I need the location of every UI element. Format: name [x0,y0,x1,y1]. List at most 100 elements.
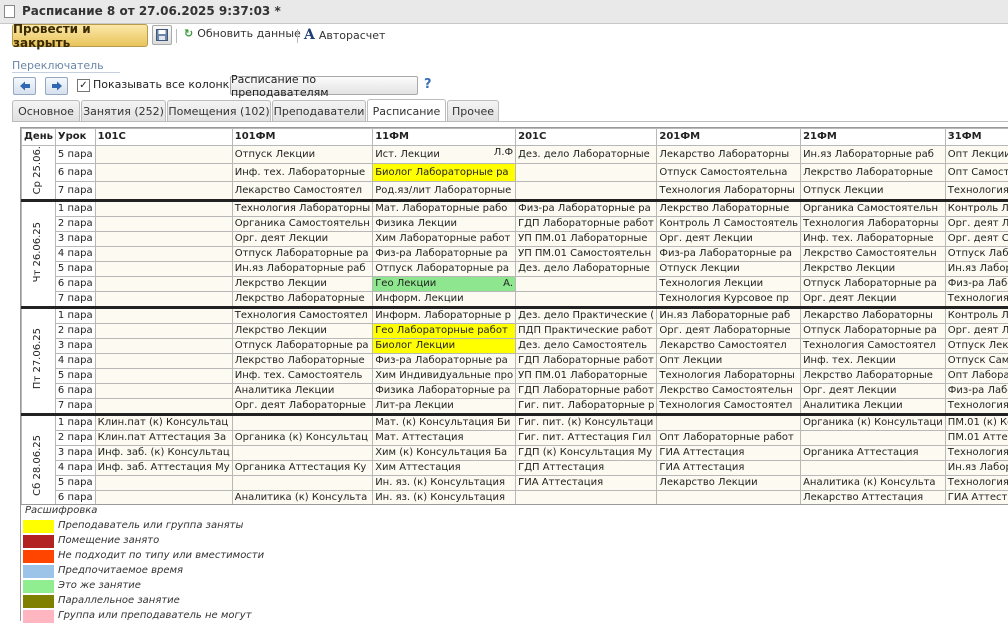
schedule-cell[interactable]: Инф. заб. Аттестация Му [95,461,232,476]
forward-button[interactable] [45,77,68,95]
schedule-cell[interactable]: Отпуск Лабораторные ра [801,324,946,339]
schedule-cell[interactable]: ГИА Аттестация [945,491,1008,505]
schedule-cell[interactable]: Биолог Лекции [373,339,516,354]
schedule-cell[interactable]: Опт Лабораторные работ [945,369,1008,384]
schedule-cell[interactable] [95,292,232,308]
schedule-grid[interactable]: День Урок 101С 101ФМ 11ФМ 201С 201ФМ 21Ф… [20,127,1008,505]
schedule-cell[interactable]: Органика Самостоятельн [232,217,372,232]
column-header[interactable]: 101С [95,129,232,146]
schedule-cell[interactable]: Гиг. пит. (к) Консультаци [516,415,657,431]
schedule-cell[interactable]: Орг. деят Лекции [945,217,1008,232]
schedule-cell[interactable]: ПМ.01 Аттестация [945,431,1008,446]
schedule-cell[interactable] [516,277,657,292]
schedule-cell[interactable]: Дез. дело Самостоятель [516,339,657,354]
schedule-cell[interactable]: Дез. дело Практические ( [516,308,657,324]
schedule-cell[interactable]: Органика (к) Консультаци [801,415,946,431]
schedule-cell[interactable]: УП ПМ.01 Лабораторные [516,232,657,247]
column-header[interactable]: 31ФМ [945,129,1008,146]
schedule-cell[interactable] [95,201,232,217]
schedule-cell[interactable] [232,476,372,491]
schedule-cell[interactable]: Физ-ра Лабораторные ра [516,201,657,217]
schedule-cell[interactable]: Опт ЛекцииА.Х. [945,146,1008,164]
schedule-cell[interactable]: Дез. дело Лабораторные [516,262,657,277]
schedule-cell[interactable] [516,164,657,182]
schedule-cell[interactable] [801,431,946,446]
schedule-cell[interactable]: Ист. ЛекцииЛ.Ф [373,146,516,164]
schedule-cell[interactable]: Технология Самостоятел [232,308,372,324]
schedule-cell[interactable]: Технология Лабораторны [945,399,1008,415]
schedule-cell[interactable] [657,491,801,505]
schedule-cell[interactable]: Лекрство Лабораторные [801,369,946,384]
schedule-cell[interactable]: Орг. деят Лекции [801,384,946,399]
schedule-cell[interactable]: Органика Аттестация [801,446,946,461]
schedule-cell[interactable]: Органика Аттестация Ку [232,461,372,476]
schedule-cell[interactable]: Технология Лабораторны [945,292,1008,308]
schedule-cell[interactable]: Орг. деят Лабораторные [945,324,1008,339]
schedule-cell[interactable] [95,384,232,399]
schedule-cell[interactable]: Инф. тех. Лабораторные [801,232,946,247]
schedule-cell[interactable]: ГДП (к) Консультация Му [516,446,657,461]
schedule-cell[interactable]: Лекарство Аттестация [801,491,946,505]
schedule-cell[interactable] [95,324,232,339]
schedule-cell[interactable]: Аналитика (к) Консульта [801,476,946,491]
schedule-cell[interactable] [95,339,232,354]
schedule-cell[interactable]: Отпуск Лабораторные ра [232,339,372,354]
schedule-cell[interactable]: Ин.яз Лабораторные раб [657,308,801,324]
schedule-cell[interactable] [95,491,232,505]
schedule-cell[interactable]: Лекрство Лабораторные [232,292,372,308]
schedule-cell[interactable]: Физика Лекции [373,217,516,232]
schedule-cell[interactable]: Отпуск Самостоятельна [657,164,801,182]
tab-other[interactable]: Прочее [447,100,499,121]
schedule-cell[interactable] [95,146,232,164]
schedule-cell[interactable]: Информ. Лабораторные р [373,308,516,324]
schedule-cell[interactable]: Технология Лабораторны [801,217,946,232]
schedule-cell[interactable]: ГДП Лабораторные работ [516,354,657,369]
schedule-cell[interactable]: УП ПМ.01 Самостоятельн [516,247,657,262]
schedule-cell[interactable]: Лекарство Самостоятел [232,182,372,201]
schedule-cell[interactable]: Лекрство Лабораторные [657,201,801,217]
schedule-cell[interactable]: Орг. деят Лекции [657,232,801,247]
schedule-cell[interactable]: Дез. дело Лабораторные [516,146,657,164]
autocalc-button[interactable]: A Авторасчет [304,27,385,43]
schedule-cell[interactable]: Контроль Л Самостоятель [657,217,801,232]
schedule-cell[interactable]: ГИА Аттестация [657,461,801,476]
schedule-cell[interactable]: Физ-ра Лабораторные ра [373,247,516,262]
tab-main[interactable]: Основное [12,100,80,121]
schedule-cell[interactable]: Мат. Лабораторные рабо [373,201,516,217]
schedule-cell[interactable]: Лекарство Лабораторны [801,308,946,324]
schedule-cell[interactable]: Физ-ра Лабораторные ра [945,384,1008,399]
schedule-cell[interactable]: Ин.яз Лабораторные раб [945,262,1008,277]
schedule-cell[interactable]: Орг. деят Самостоятель [945,232,1008,247]
schedule-cell[interactable] [95,232,232,247]
tab-lessons[interactable]: Занятия (252) [81,100,166,121]
schedule-cell[interactable] [801,461,946,476]
schedule-cell[interactable]: Лекрство Самостоятельн [657,384,801,399]
schedule-cell[interactable]: Отпуск Лабораторные ра [232,247,372,262]
schedule-cell[interactable]: Инф. тех. Лекции [801,354,946,369]
column-header[interactable]: 11ФМ [373,129,516,146]
schedule-cell[interactable] [657,415,801,431]
schedule-cell[interactable] [95,247,232,262]
schedule-cell[interactable]: Биолог Лабораторные ра [373,164,516,182]
schedule-cell[interactable]: Опт Лабораторные работ [657,431,801,446]
schedule-cell[interactable]: Лекрство Лекции [232,277,372,292]
schedule-cell[interactable]: Орг. деят Лекции [232,232,372,247]
schedule-cell[interactable]: Органика Самостоятельн [801,201,946,217]
schedule-cell[interactable]: Отпуск Лабораторные ра [945,247,1008,262]
schedule-cell[interactable] [95,262,232,277]
schedule-cell[interactable] [95,182,232,201]
schedule-cell[interactable]: Технология Курсовое пр [657,292,801,308]
schedule-cell[interactable]: Отпуск Самостоятельна [945,354,1008,369]
schedule-cell[interactable]: Технология Самостоятел [801,339,946,354]
schedule-cell[interactable]: Инф. заб. (к) Консультац [95,446,232,461]
schedule-cell[interactable]: Мат. Аттестация [373,431,516,446]
schedule-cell[interactable]: Клин.пат Аттестация За [95,431,232,446]
schedule-cell[interactable] [516,491,657,505]
schedule-cell[interactable]: Ин. яз. (к) Консультация [373,476,516,491]
schedule-cell[interactable]: Отпуск Лекции [657,262,801,277]
schedule-cell[interactable]: ГДП Лабораторные работ [516,217,657,232]
schedule-cell[interactable]: ГДП Аттестация [516,461,657,476]
schedule-cell[interactable]: Аналитика Лекции [232,384,372,399]
refresh-data-button[interactable]: ↻ Обновить данные [184,27,301,40]
back-button[interactable] [13,77,36,95]
